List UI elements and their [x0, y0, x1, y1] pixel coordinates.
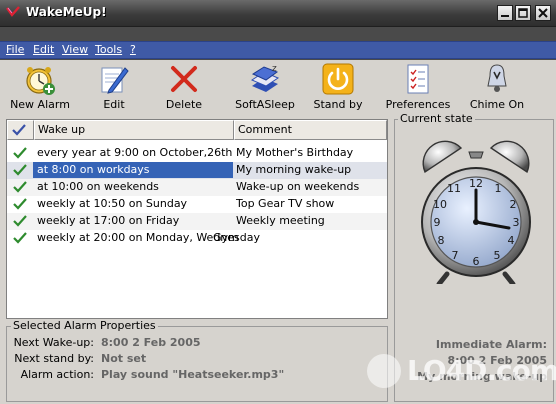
app-window: WakeMeUp! File Edit View Tools ? New Ala	[0, 0, 556, 404]
alarm-comment: My Mother's Birthday	[236, 146, 354, 159]
alarm-list-header: Wake up Comment	[7, 120, 387, 140]
column-header-wakeup[interactable]: Wake up	[34, 120, 234, 140]
properties-title: Selected Alarm Properties	[11, 319, 158, 332]
alarm-row[interactable]: every year at 9:00 on October,26th My Mo…	[7, 145, 387, 162]
enabled-check-icon[interactable]	[13, 164, 27, 177]
standby-button[interactable]: Stand by	[308, 62, 368, 116]
title-bar[interactable]: WakeMeUp!	[0, 0, 556, 27]
alarm-wakeup: every year at 9:00 on October,26th	[37, 146, 233, 159]
watermark-text: LO4D.com	[407, 354, 556, 387]
current-state-title: Current state	[398, 112, 475, 125]
svg-text:5: 5	[494, 249, 501, 262]
svg-text:12: 12	[469, 177, 483, 190]
app-logo-icon	[6, 6, 20, 17]
alarm-row[interactable]: weekly at 17:00 on Friday Weekly meeting	[7, 213, 387, 230]
watermark: LO4D.com	[367, 352, 556, 390]
alarm-wakeup: at 8:00 on workdays	[33, 162, 233, 178]
alarm-row[interactable]: weekly at 20:00 on Monday, Wednesday Gym	[7, 230, 387, 247]
svg-text:4: 4	[508, 234, 515, 247]
alarm-comment: Weekly meeting	[236, 214, 325, 227]
delete-button[interactable]: Delete	[156, 62, 212, 116]
window-title: WakeMeUp!	[26, 5, 107, 19]
column-header-comment[interactable]: Comment	[234, 120, 387, 140]
enabled-check-icon[interactable]	[13, 215, 27, 228]
alarm-row[interactable]: weekly at 10:50 on Sunday Top Gear TV sh…	[7, 196, 387, 213]
alarm-row-selected[interactable]: at 8:00 on workdays My morning wake-up	[7, 162, 387, 179]
alarm-wakeup: weekly at 10:50 on Sunday	[37, 197, 188, 210]
minimize-icon	[501, 15, 509, 17]
alarm-wakeup: at 10:00 on weekends	[37, 180, 159, 193]
next-standby-value: Not set	[101, 352, 147, 365]
alarm-comment: Top Gear TV show	[236, 197, 335, 210]
enabled-check-icon[interactable]	[13, 232, 27, 245]
svg-text:1: 1	[495, 182, 502, 195]
new-alarm-button[interactable]: New Alarm	[8, 62, 72, 116]
svg-text:7: 7	[452, 249, 459, 262]
chime-on-label: Chime On	[469, 98, 525, 111]
svg-text:2: 2	[510, 198, 517, 211]
minimize-button[interactable]	[497, 5, 513, 21]
delete-x-icon	[171, 66, 197, 92]
alarm-comment: Gym	[213, 231, 239, 244]
svg-text:3: 3	[513, 216, 520, 229]
svg-text:10: 10	[433, 198, 447, 211]
column-header-enabled[interactable]	[7, 120, 34, 140]
next-wakeup-label: Next Wake-up:	[13, 336, 94, 349]
alarm-comment: Wake-up on weekends	[236, 180, 360, 193]
chime-icon	[487, 64, 507, 92]
alarm-action-row: Alarm action: Play sound "Heatseeker.mp3…	[7, 368, 387, 384]
enabled-check-icon[interactable]	[13, 198, 27, 211]
close-icon	[538, 8, 548, 18]
menu-help[interactable]: ?	[130, 43, 136, 56]
next-standby-label: Next stand by:	[14, 352, 94, 365]
alarm-comment: My morning wake-up	[236, 163, 352, 176]
alarm-action-value: Play sound "Heatseeker.mp3"	[101, 368, 285, 381]
delete-label: Delete	[165, 98, 203, 111]
alarm-list[interactable]: Wake up Comment every year at 9:00 on Oc…	[6, 119, 388, 319]
edit-label: Edit	[103, 98, 125, 111]
checkmark-icon	[12, 124, 26, 136]
new-alarm-label: New Alarm	[10, 98, 70, 111]
svg-text:11: 11	[447, 182, 461, 195]
alarm-action-label: Alarm action:	[20, 368, 94, 381]
next-standby-row: Next stand by: Not set	[7, 352, 387, 368]
watermark-logo-icon	[367, 354, 401, 388]
maximize-button[interactable]	[515, 5, 531, 21]
preferences-checklist-icon	[407, 64, 429, 94]
menu-view[interactable]: View	[62, 43, 88, 56]
menu-bar: File Edit View Tools ?	[0, 41, 556, 59]
softasleep-button[interactable]: z SoftASleep	[232, 62, 298, 116]
immediate-alarm-label: Immediate Alarm:	[435, 338, 547, 351]
power-icon	[322, 63, 354, 95]
svg-text:z: z	[272, 64, 277, 74]
alarm-row[interactable]: at 10:00 on weekends Wake-up on weekends	[7, 179, 387, 196]
chime-on-button[interactable]: Chime On	[465, 62, 529, 116]
menu-edit[interactable]: Edit	[33, 43, 54, 56]
enabled-check-icon[interactable]	[13, 147, 27, 160]
next-wakeup-value: 8:00 2 Feb 2005	[101, 336, 201, 349]
maximize-icon	[518, 8, 528, 18]
menu-file[interactable]: File	[6, 43, 24, 56]
alarm-wakeup: weekly at 17:00 on Friday	[37, 214, 180, 227]
new-alarm-icon	[26, 67, 55, 95]
softasleep-label: SoftASleep	[235, 98, 295, 111]
close-button[interactable]	[535, 5, 551, 21]
svg-text:8: 8	[438, 234, 445, 247]
preferences-label: Preferences	[385, 98, 451, 111]
selected-alarm-properties: Selected Alarm Properties Next Wake-up: …	[6, 319, 388, 402]
softasleep-books-icon: z	[250, 64, 280, 92]
edit-pencil-icon	[101, 67, 129, 94]
enabled-check-icon[interactable]	[13, 181, 27, 194]
alarm-clock-icon: 12 12 3 45 6 78 9 1011	[421, 140, 531, 284]
standby-label: Stand by	[313, 98, 363, 111]
preferences-button[interactable]: Preferences	[382, 62, 454, 116]
edit-button[interactable]: Edit	[86, 62, 142, 116]
svg-text:6: 6	[473, 255, 480, 268]
next-wakeup-row: Next Wake-up: 8:00 2 Feb 2005	[7, 336, 387, 352]
menu-tools[interactable]: Tools	[95, 43, 122, 56]
svg-text:9: 9	[434, 216, 441, 229]
